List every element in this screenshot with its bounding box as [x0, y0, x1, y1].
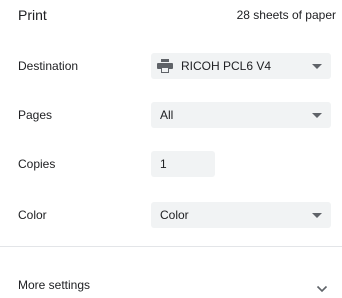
print-header: Print 28 sheets of paper	[18, 6, 336, 24]
destination-label: Destination	[18, 59, 79, 73]
chevron-down-icon	[316, 280, 328, 293]
caret-down-icon	[312, 113, 322, 118]
copies-input[interactable]: 1	[151, 151, 215, 177]
pages-select[interactable]: All	[151, 102, 331, 128]
pages-label: Pages	[18, 108, 53, 122]
destination-row: Destination RICOH PCL6 V4	[0, 53, 342, 79]
color-select[interactable]: Color	[151, 202, 331, 228]
caret-down-icon	[312, 213, 322, 218]
printer-icon	[157, 59, 173, 73]
destination-select[interactable]: RICOH PCL6 V4	[151, 53, 331, 79]
pages-value: All	[160, 108, 174, 122]
more-settings-label: More settings	[18, 278, 91, 292]
sheet-count: 28 sheets of paper	[236, 8, 336, 22]
color-row: Color Color	[0, 202, 342, 228]
more-settings-button[interactable]: More settings	[0, 272, 342, 298]
copies-row: Copies 1	[0, 151, 342, 177]
divider	[0, 246, 342, 247]
color-label: Color	[18, 208, 47, 222]
destination-value: RICOH PCL6 V4	[181, 59, 272, 73]
caret-down-icon	[312, 64, 322, 69]
pages-row: Pages All	[0, 102, 342, 128]
copies-label: Copies	[18, 157, 56, 171]
page-title: Print	[18, 7, 47, 23]
color-value: Color	[160, 208, 189, 222]
